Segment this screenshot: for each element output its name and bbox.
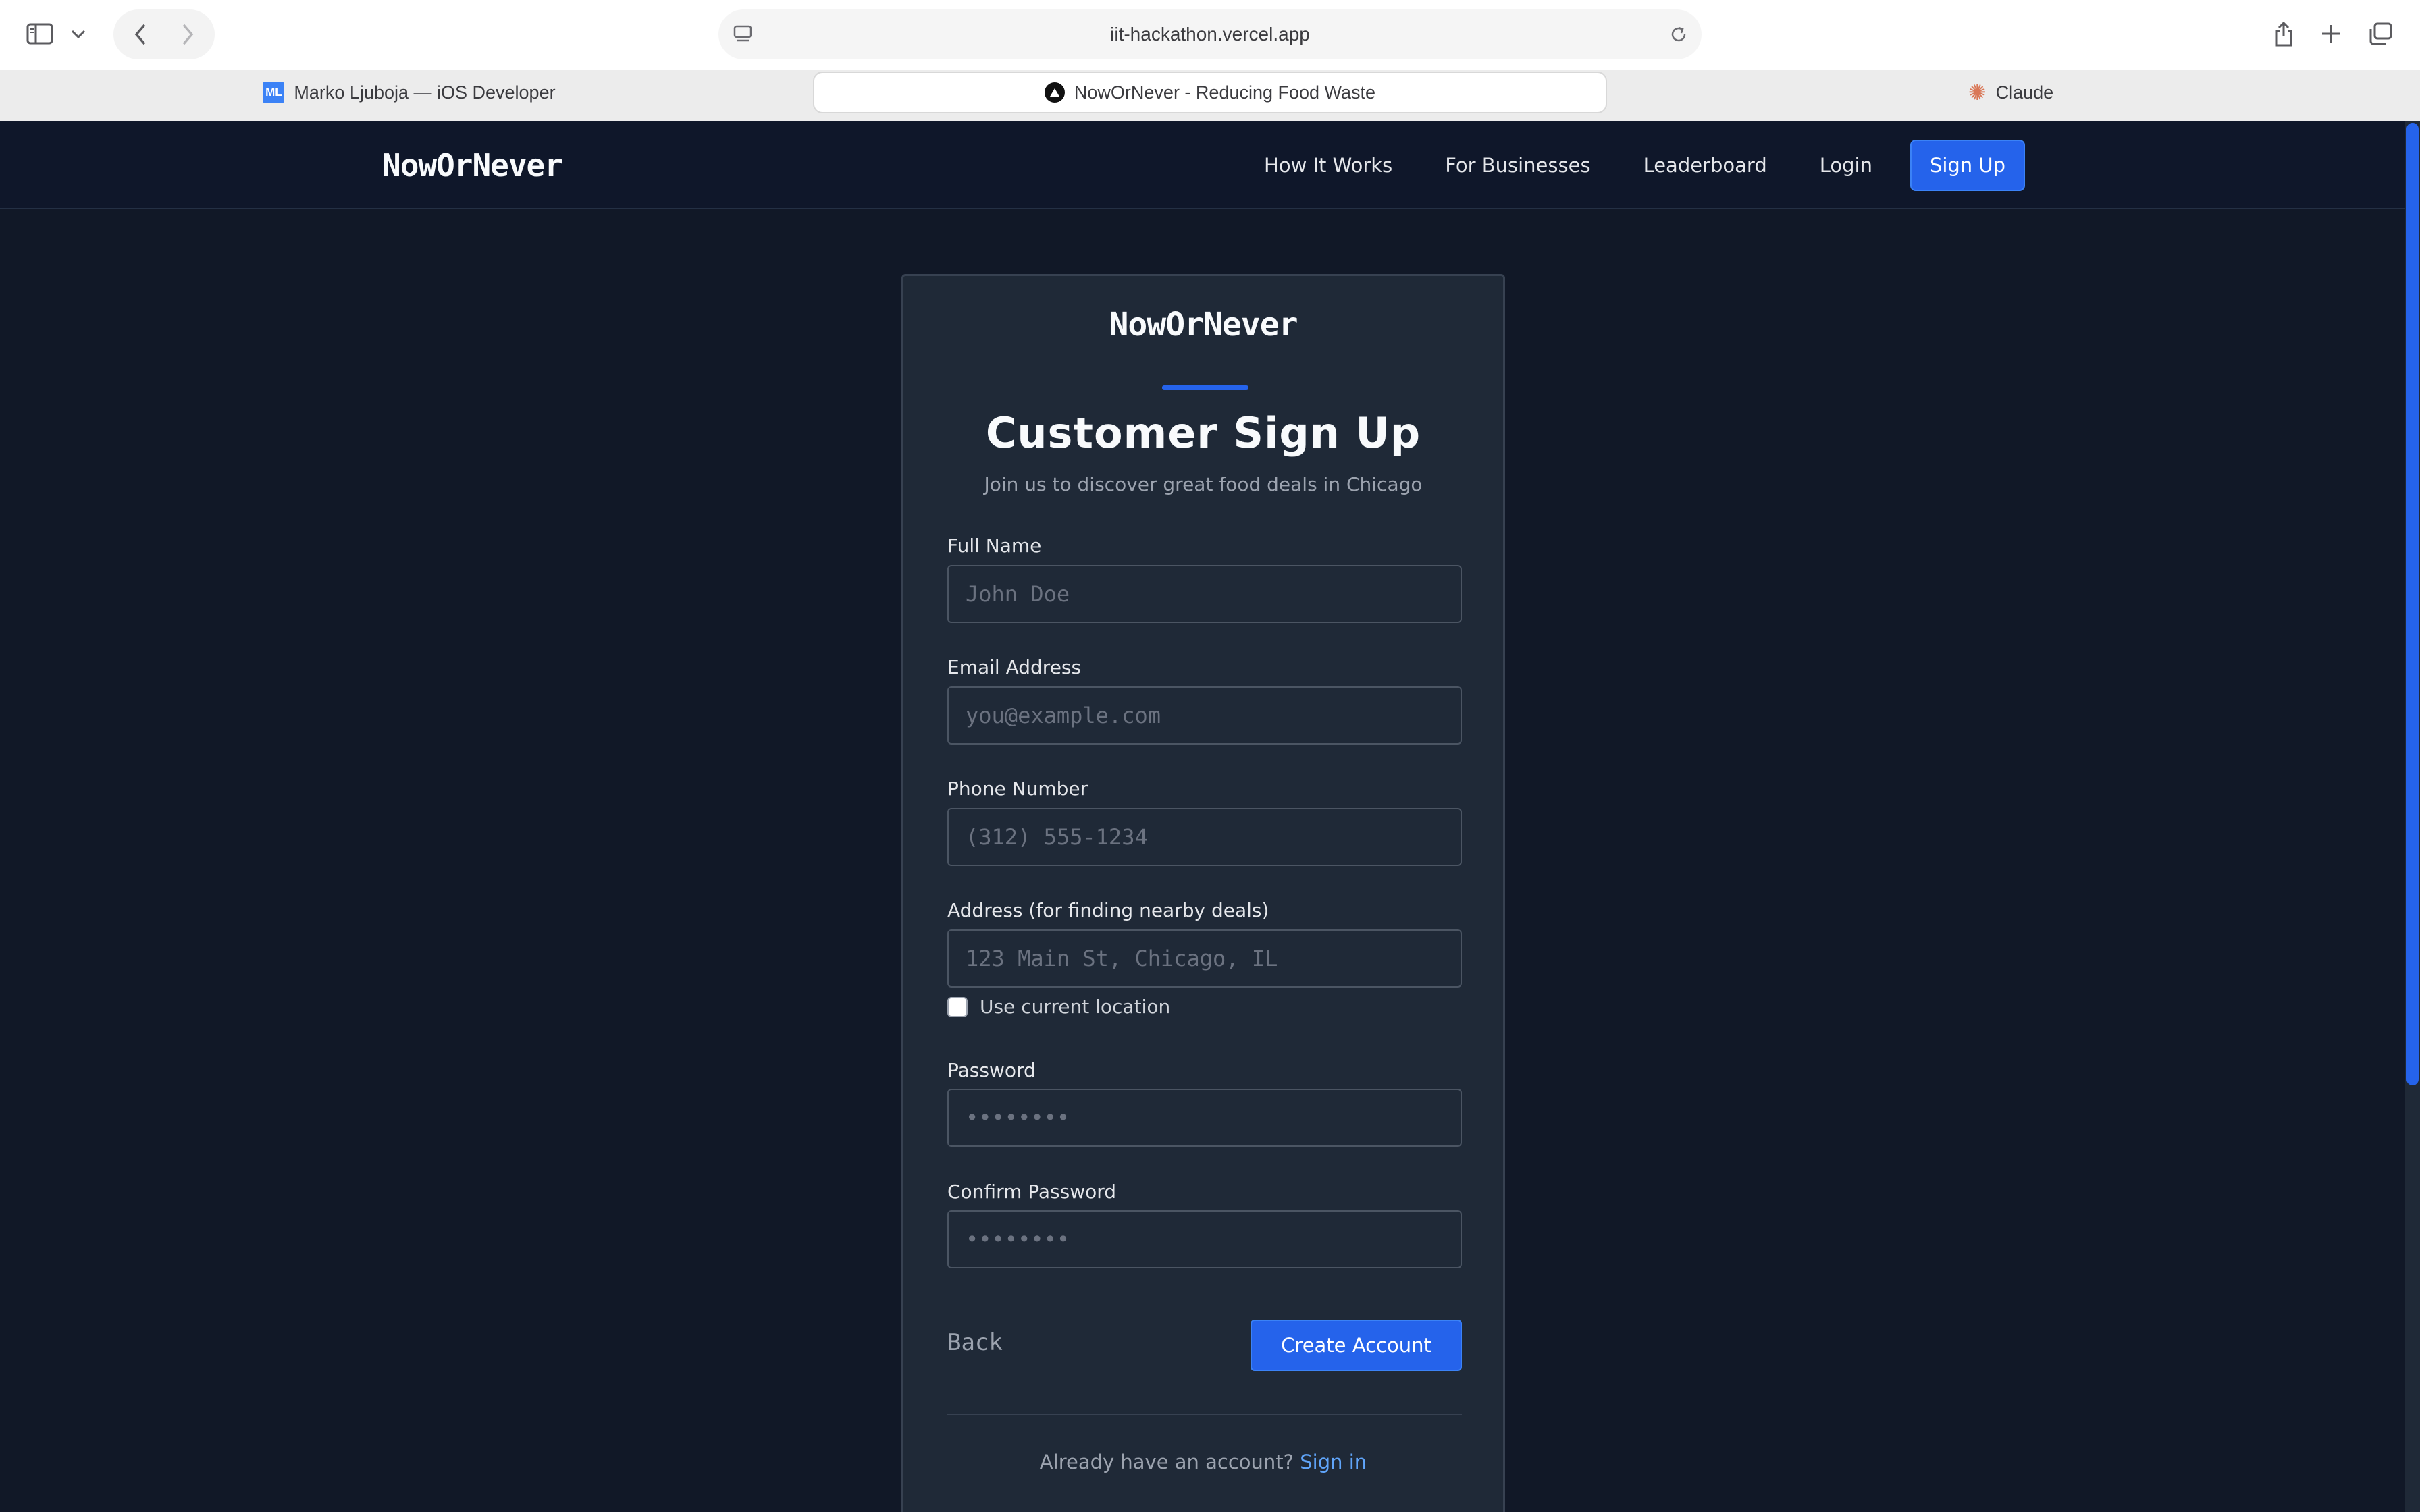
password-input[interactable] — [947, 1089, 1462, 1147]
tab-noworNever[interactable]: NowOrNever - Reducing Food Waste — [813, 72, 1607, 113]
tab-overview-icon[interactable] — [2366, 20, 2394, 47]
tab-claude[interactable]: ✺ Claude — [1614, 72, 2408, 113]
new-tab-icon[interactable] — [2317, 20, 2344, 47]
use-location-label[interactable]: Use current location — [980, 996, 1170, 1018]
nav-login[interactable]: Login — [1820, 154, 1872, 177]
browser-chrome: iit-hackathon.vercel.app ML Marko Ljuboj… — [0, 0, 2420, 122]
card-logo: NowOrNever — [1109, 306, 1298, 344]
scrollbar-thumb[interactable] — [2406, 123, 2419, 1085]
url-text[interactable]: iit-hackathon.vercel.app — [718, 9, 1702, 59]
tab-label: Claude — [1995, 82, 2054, 103]
sign-in-link[interactable]: Sign in — [1300, 1451, 1367, 1474]
nav-sign-up-button[interactable]: Sign Up — [1910, 140, 2025, 191]
site-logo[interactable]: NowOrNever — [382, 122, 563, 209]
password-label: Password — [947, 1059, 1036, 1081]
page-subtitle: Join us to discover great food deals in … — [984, 473, 1423, 495]
signin-prompt: Already have an account? Sign in — [903, 1451, 1503, 1474]
use-location-checkbox[interactable] — [947, 996, 968, 1017]
browser-toolbar: iit-hackathon.vercel.app — [0, 0, 2420, 70]
reload-icon[interactable] — [1665, 22, 1692, 47]
tab-label: Marko Ljuboja — iOS Developer — [294, 82, 556, 103]
forward-arrow-icon[interactable] — [174, 20, 201, 49]
back-arrow-icon[interactable] — [127, 20, 154, 49]
vercel-triangle-icon — [1044, 82, 1065, 103]
address-input[interactable] — [947, 929, 1462, 988]
nav-leaderboard[interactable]: Leaderboard — [1643, 154, 1767, 177]
tab-bar: ML Marko Ljuboja — iOS Developer NowOrNe… — [0, 70, 2420, 122]
email-input[interactable] — [947, 686, 1462, 745]
full-name-input[interactable] — [947, 565, 1462, 623]
share-icon[interactable] — [2269, 18, 2298, 50]
email-label: Email Address — [947, 656, 1082, 678]
accent-bar — [1162, 385, 1248, 390]
tab-label: NowOrNever - Reducing Food Waste — [1074, 82, 1376, 103]
page-title: Customer Sign Up — [985, 408, 1421, 458]
phone-label: Phone Number — [947, 778, 1088, 800]
address-label: Address (for finding nearby deals) — [947, 899, 1269, 921]
divider — [947, 1414, 1462, 1415]
full-name-label: Full Name — [947, 535, 1042, 557]
confirm-password-input[interactable] — [947, 1210, 1462, 1268]
phone-input[interactable] — [947, 808, 1462, 866]
back-button[interactable]: Back — [947, 1329, 1003, 1356]
use-location-row[interactable]: Use current location — [947, 996, 1170, 1018]
nav-how-it-works[interactable]: How It Works — [1264, 154, 1392, 177]
web-page: NowOrNever How It Works For Businesses L… — [0, 122, 2420, 1512]
nav-links: How It Works For Businesses Leaderboard … — [1264, 140, 2025, 191]
nav-for-businesses[interactable]: For Businesses — [1445, 154, 1590, 177]
already-have-account-text: Already have an account? — [1039, 1451, 1300, 1474]
ml-favicon-icon: ML — [263, 82, 285, 103]
confirm-password-label: Confirm Password — [947, 1181, 1117, 1203]
chevron-down-icon[interactable] — [66, 24, 90, 45]
sidebar-icon[interactable] — [24, 20, 55, 47]
page-scrollbar[interactable] — [2405, 122, 2420, 1512]
tab-marko[interactable]: ML Marko Ljuboja — iOS Developer — [12, 72, 806, 113]
claude-sparkle-icon: ✺ — [1968, 80, 1987, 105]
address-bar[interactable]: iit-hackathon.vercel.app — [718, 9, 1702, 59]
site-navbar: NowOrNever How It Works For Businesses L… — [0, 122, 2420, 209]
signup-card: NowOrNever Customer Sign Up Join us to d… — [901, 274, 1505, 1512]
create-account-button[interactable]: Create Account — [1251, 1320, 1462, 1371]
